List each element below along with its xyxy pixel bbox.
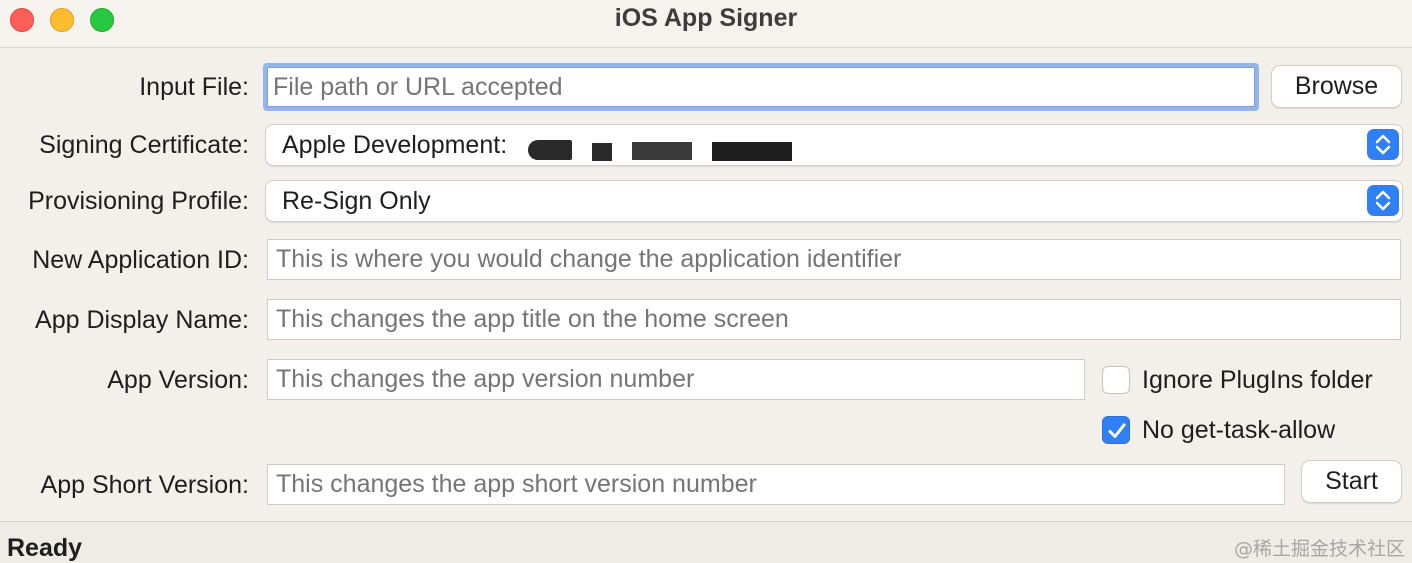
checkmark-icon [1108, 423, 1126, 438]
ignore-plugins-label: Ignore PlugIns folder [1142, 366, 1373, 394]
redaction-mark [712, 142, 792, 161]
watermark-text: @稀土掘金技术社区 [1233, 538, 1405, 560]
app-short-version-label: App Short Version: [40, 471, 249, 499]
provisioning-profile-value: Re-Sign Only [282, 186, 431, 215]
signing-certificate-popup[interactable]: Apple Development: [265, 124, 1403, 166]
status-text: Ready [7, 534, 83, 562]
window-title: iOS App Signer [614, 4, 798, 32]
redaction-mark [528, 140, 572, 160]
title-bar: iOS App Signer [0, 0, 1412, 48]
new-application-id-label: New Application ID: [32, 246, 249, 274]
app-version-field[interactable] [267, 359, 1085, 400]
no-get-task-allow-label: No get-task-allow [1142, 416, 1336, 444]
up-down-chevron-icon [1367, 185, 1399, 216]
redaction-mark [592, 143, 612, 161]
browse-button[interactable]: Browse [1271, 65, 1402, 108]
status-bar: Ready @稀土掘金技术社区 [0, 521, 1412, 563]
up-down-chevron-icon [1367, 129, 1399, 160]
redaction-mark [632, 142, 692, 160]
signing-certificate-label: Signing Certificate: [39, 131, 249, 159]
provisioning-profile-popup[interactable]: Re-Sign Only [265, 180, 1403, 222]
ignore-plugins-checkbox[interactable] [1102, 366, 1130, 394]
app-version-label: App Version: [107, 366, 249, 394]
provisioning-profile-label: Provisioning Profile: [28, 187, 249, 215]
input-file-label: Input File: [139, 73, 249, 101]
input-file-field[interactable] [263, 63, 1259, 111]
signing-certificate-value: Apple Development: [282, 130, 508, 159]
app-display-name-label: App Display Name: [35, 306, 249, 334]
app-short-version-field[interactable] [267, 464, 1285, 505]
start-button[interactable]: Start [1301, 460, 1402, 503]
app-display-name-field[interactable] [267, 299, 1401, 340]
new-application-id-field[interactable] [267, 239, 1401, 280]
no-get-task-allow-checkbox[interactable] [1102, 416, 1130, 444]
